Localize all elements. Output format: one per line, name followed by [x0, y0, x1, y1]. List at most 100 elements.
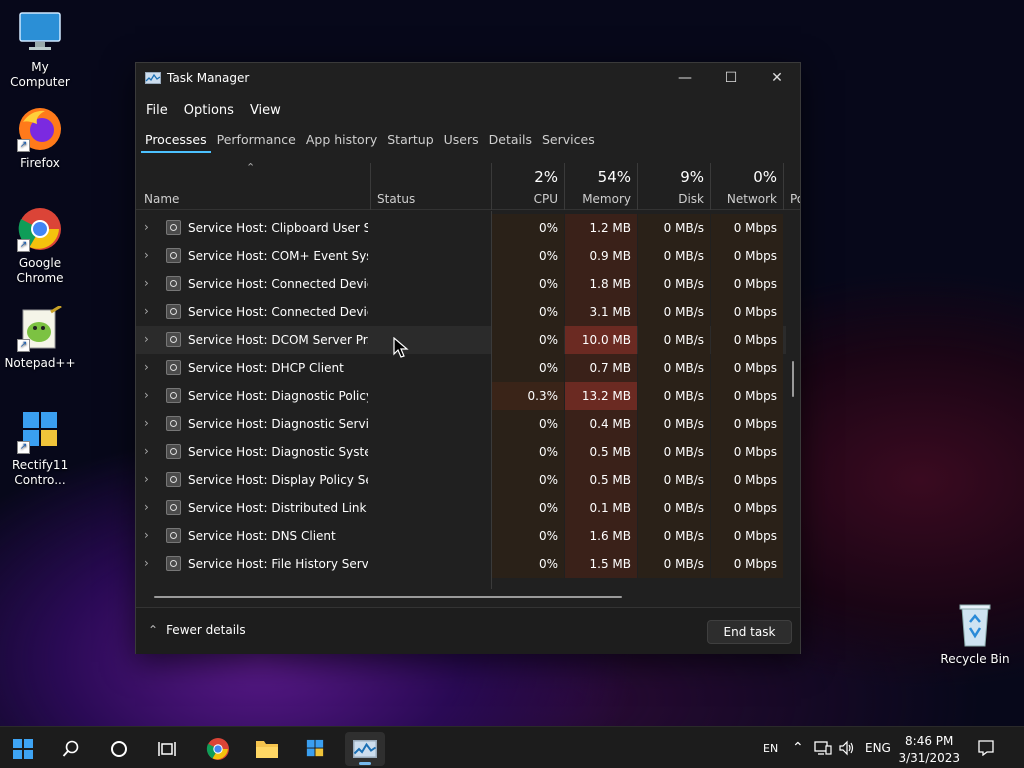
disk-cell: 0 MB/s: [638, 270, 710, 298]
process-row[interactable]: › Service Host: DNS Client 0% 1.6 MB 0 MB/s 0…: [136, 522, 786, 550]
rectify11-icon: ↗: [17, 408, 63, 454]
menu-file[interactable]: File: [140, 99, 174, 122]
process-row[interactable]: › Service Host: DCOM Server Pr... 0% 10.0 M…: [136, 326, 786, 354]
task-view-button[interactable]: [147, 732, 187, 766]
desktop-icon-rectify11[interactable]: ↗ Rectify11 Contro...: [0, 408, 80, 488]
chevron-right-icon[interactable]: ›: [144, 360, 149, 374]
volume-icon[interactable]: [838, 727, 856, 768]
minimize-icon[interactable]: —: [662, 63, 708, 93]
taskbar-chrome[interactable]: [198, 732, 238, 766]
cortana-ring-icon: [111, 741, 127, 757]
chevron-right-icon[interactable]: ›: [144, 388, 149, 402]
column-header-cpu[interactable]: 2% CPU: [491, 163, 564, 210]
chevron-right-icon[interactable]: ›: [144, 444, 149, 458]
task-manager-app-icon: [145, 72, 161, 84]
chevron-right-icon[interactable]: ›: [144, 556, 149, 570]
service-gear-icon: [166, 472, 181, 487]
process-row[interactable]: › Service Host: Connected Devic... 0% 1.8 M…: [136, 270, 786, 298]
network-cell: 0 Mbps: [711, 354, 783, 382]
menu-options[interactable]: Options: [178, 99, 240, 122]
column-header-memory[interactable]: 54% Memory: [564, 163, 637, 210]
process-row[interactable]: › Service Host: File History Service 0% 1.5…: [136, 550, 786, 578]
horizontal-scrollbar[interactable]: [154, 596, 622, 598]
search-button[interactable]: [51, 732, 91, 766]
chevron-right-icon[interactable]: ›: [144, 276, 149, 290]
desktop-icon-chrome[interactable]: ↗ Google Chrome: [0, 206, 80, 286]
memory-cell: 0.5 MB: [565, 466, 637, 494]
network-icon[interactable]: [814, 727, 832, 768]
desktop-icon-firefox[interactable]: ↗ Firefox: [0, 106, 80, 171]
cortana-button[interactable]: [99, 732, 139, 766]
chevron-right-icon[interactable]: ›: [144, 332, 149, 346]
process-row[interactable]: › Service Host: Clipboard User S... 0% 1.2 …: [136, 214, 786, 242]
cpu-cell: 0%: [492, 326, 564, 354]
taskbar-rectify11[interactable]: [295, 732, 335, 766]
firefox-icon: ↗: [17, 106, 63, 152]
desktop-icon-label: Rectify11 Contro...: [12, 458, 69, 487]
chevron-up-icon: ⌃: [792, 740, 804, 756]
shortcut-arrow-icon: ↗: [17, 139, 30, 152]
service-gear-icon: [166, 528, 181, 543]
desktop-icon-notepadpp[interactable]: ↗ Notepad++: [0, 304, 80, 371]
process-row[interactable]: › Service Host: Diagnostic Servic... 0% 0.4…: [136, 410, 786, 438]
start-button[interactable]: [3, 732, 43, 766]
process-row[interactable]: › Service Host: Diagnostic Policy ... 0.3%…: [136, 382, 786, 410]
chevron-right-icon[interactable]: ›: [144, 248, 149, 262]
time: 8:46 PM: [905, 734, 954, 748]
process-row[interactable]: › Service Host: Distributed Link T... 0% 0.…: [136, 494, 786, 522]
tab-details[interactable]: Details: [485, 132, 536, 153]
tab-services[interactable]: Services: [538, 132, 599, 153]
tab-users[interactable]: Users: [440, 132, 483, 153]
sort-chevron-up-icon: ⌃: [246, 161, 256, 174]
maximize-icon[interactable]: ☐: [708, 63, 754, 93]
process-name: Service Host: Diagnostic Policy ...: [188, 389, 368, 403]
taskbar: EN ⌃ ENG 8:46 PM 3/31/2023: [0, 726, 1024, 768]
chevron-right-icon[interactable]: ›: [144, 304, 149, 318]
clock[interactable]: 8:46 PM 3/31/2023: [898, 733, 960, 767]
search-icon: [62, 740, 79, 757]
tab-startup[interactable]: Startup: [383, 132, 437, 153]
notification-center-button[interactable]: [978, 727, 994, 768]
fewer-details-button[interactable]: ⌃ Fewer details: [148, 623, 246, 637]
column-header-network[interactable]: 0% Network: [710, 163, 783, 210]
cpu-cell: 0%: [492, 298, 564, 326]
column-header-status[interactable]: Status: [370, 163, 492, 210]
tab-processes[interactable]: Processes: [141, 132, 211, 153]
network-cell: 0 Mbps: [711, 494, 783, 522]
title-bar[interactable]: Task Manager — ☐ ✕: [136, 63, 800, 93]
process-name: Service Host: Distributed Link T...: [188, 501, 368, 515]
column-header-name[interactable]: ⌃ Name: [136, 161, 370, 210]
process-row[interactable]: › Service Host: DHCP Client 0% 0.7 MB 0 MB/s…: [136, 354, 786, 382]
column-header-power[interactable]: Po: [783, 163, 800, 210]
chevron-right-icon[interactable]: ›: [144, 416, 149, 430]
memory-cell: 1.5 MB: [565, 550, 637, 578]
column-header-disk[interactable]: 9% Disk: [637, 163, 710, 210]
process-row[interactable]: › Service Host: Connected Devic... 0% 3.1 M…: [136, 298, 786, 326]
tab-app-history[interactable]: App history: [302, 132, 381, 153]
desktop-icon-recycle-bin[interactable]: Recycle Bin: [935, 602, 1015, 667]
chevron-right-icon[interactable]: ›: [144, 528, 149, 542]
taskbar-file-explorer[interactable]: [247, 732, 287, 766]
vertical-scrollbar[interactable]: [792, 361, 794, 397]
chrome-icon: ↗: [17, 206, 63, 252]
chevron-right-icon[interactable]: ›: [144, 472, 149, 486]
show-hidden-icons-button[interactable]: ⌃: [792, 727, 804, 768]
tray-lang-indicator[interactable]: EN: [763, 727, 778, 768]
close-icon[interactable]: ✕: [754, 63, 800, 93]
desktop-icon-label: Firefox: [20, 156, 60, 170]
shortcut-arrow-icon: ↗: [17, 441, 30, 454]
end-task-button[interactable]: End task: [707, 620, 792, 644]
process-row[interactable]: › Service Host: COM+ Event Syst... 0%0.9 M…: [136, 242, 786, 270]
process-name: Service Host: Diagnostic Syste...: [188, 445, 368, 459]
process-name: Service Host: Clipboard User S...: [188, 221, 368, 235]
input-language[interactable]: ENG: [865, 727, 891, 768]
tab-performance[interactable]: Performance: [213, 132, 300, 153]
desktop-icon-my-computer[interactable]: My Computer: [0, 10, 80, 90]
taskbar-task-manager[interactable]: [345, 732, 385, 766]
process-row[interactable]: › Service Host: Diagnostic Syste... 0% 0.5 …: [136, 438, 786, 466]
process-row[interactable]: › Service Host: Display Policy Ser... 0% 0.…: [136, 466, 786, 494]
chevron-right-icon[interactable]: ›: [144, 220, 149, 234]
menu-view[interactable]: View: [244, 99, 287, 122]
task-view-icon: [158, 742, 176, 756]
chevron-right-icon[interactable]: ›: [144, 500, 149, 514]
